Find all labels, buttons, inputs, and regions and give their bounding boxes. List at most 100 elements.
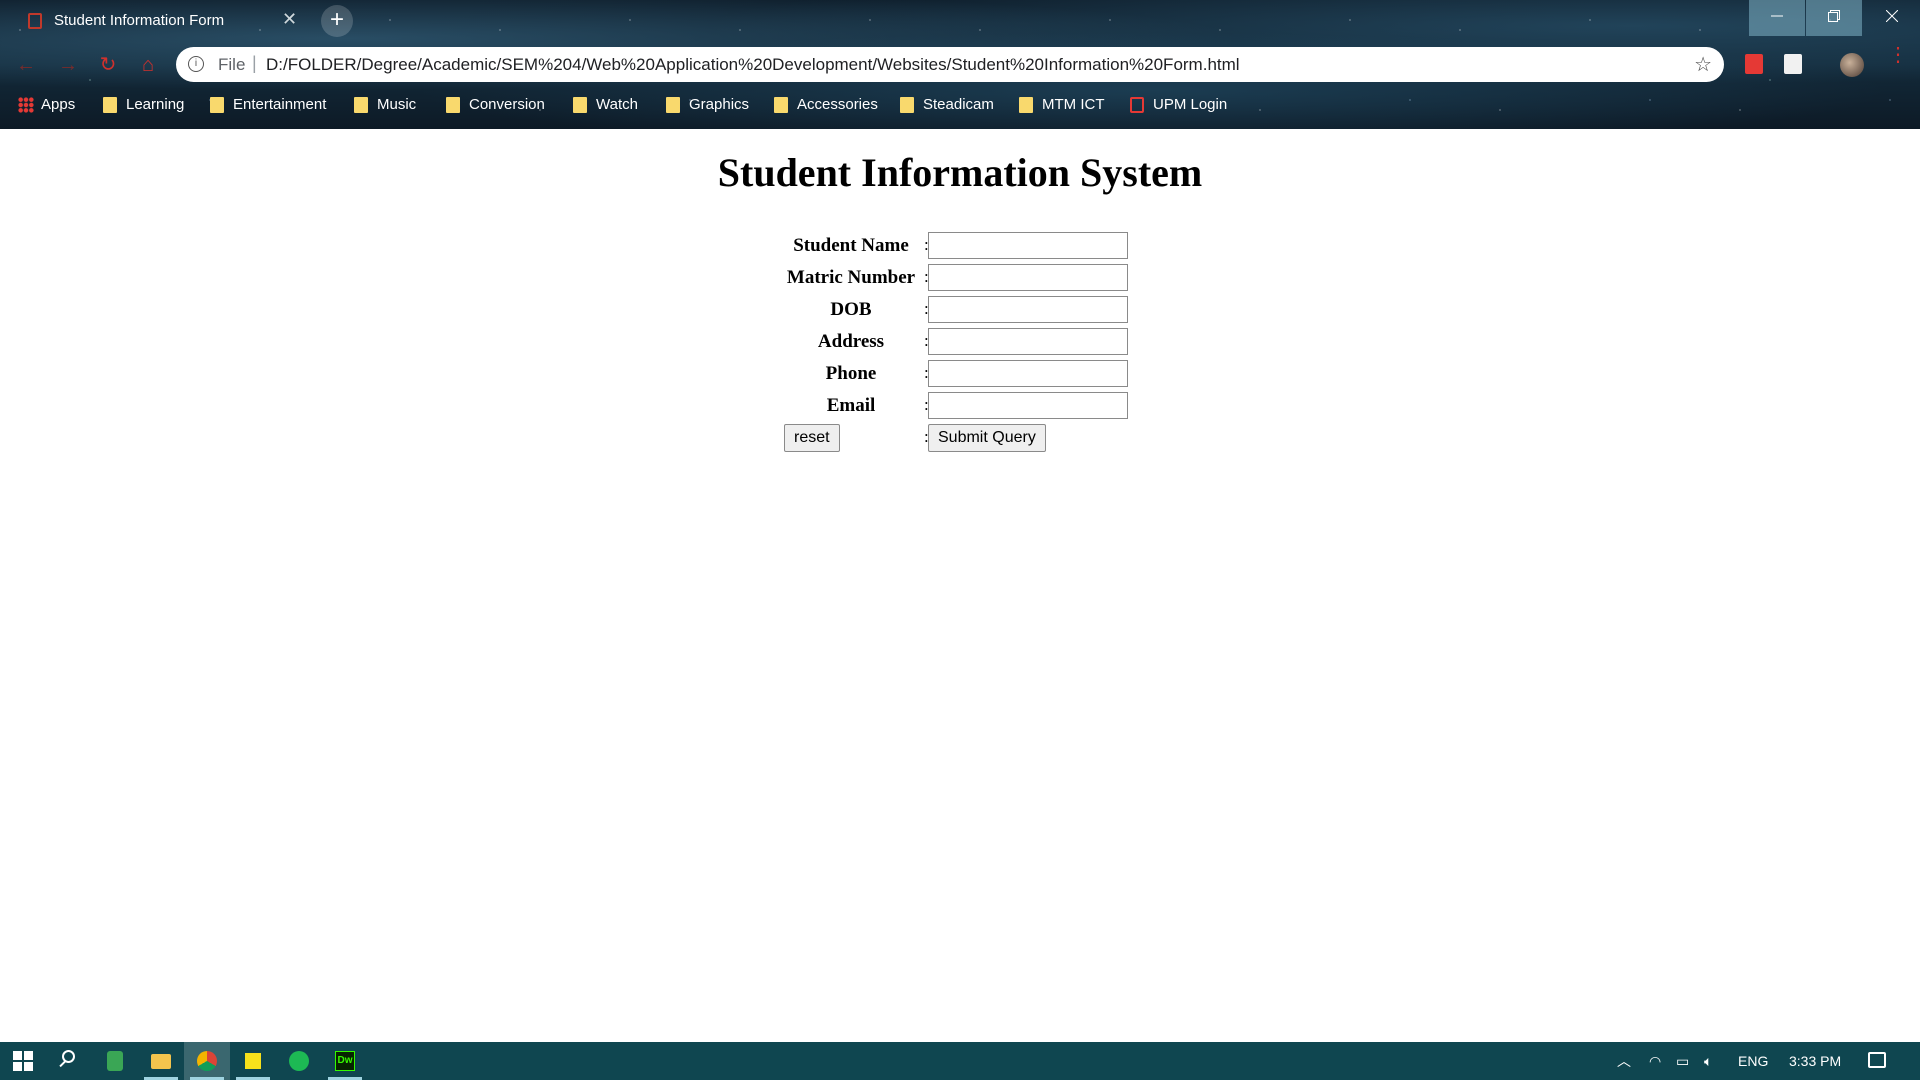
field-label: Address [817,331,885,352]
phone-input[interactable] [928,360,1128,387]
new-tab-button[interactable]: + [321,5,353,37]
minimize-window-button[interactable] [1749,0,1805,36]
show-hidden-icons-button[interactable]: ︿ [1617,1042,1631,1080]
folder-icon [1019,97,1033,114]
bookmark-upm-login[interactable]: UPM Login [1130,92,1227,118]
address-row: Address : [780,328,1130,356]
search-icon [62,1050,75,1063]
reload-button[interactable]: ↻ [96,53,120,77]
bookmark-entertainment[interactable]: Entertainment [210,92,326,118]
folder-icon [103,97,117,114]
bookmark-watch[interactable]: Watch [573,92,638,118]
field-label: Student Name [793,235,909,256]
submit-button[interactable]: Submit Query [928,424,1046,452]
folder-icon [573,97,587,114]
back-button[interactable]: ← [14,53,38,77]
battery-icon[interactable]: ▭ [1676,1042,1689,1080]
folder-icon [354,97,368,114]
search-button[interactable] [46,1042,92,1080]
action-center-icon[interactable] [1868,1052,1886,1068]
taskbar-chrome[interactable] [184,1042,230,1080]
folder-icon [210,97,224,114]
bookmark-label: Graphics [689,96,750,113]
file-explorer-icon [151,1054,171,1069]
language-indicator[interactable]: ENG [1738,1042,1768,1080]
notepad-icon [107,1051,123,1071]
chrome-icon [197,1051,217,1071]
dreamweaver-icon: Dw [335,1051,355,1071]
bookmark-conversion[interactable]: Conversion [446,92,545,118]
bookmark-label: Watch [596,96,638,113]
start-button[interactable] [0,1042,46,1080]
address-separator: | [252,53,257,73]
bookmark-learning[interactable]: Learning [103,92,184,118]
folder-icon [900,97,914,114]
bookmark-label: Learning [126,96,185,113]
apps-grid-icon [18,97,34,114]
matric-number-input[interactable] [928,264,1128,291]
taskbar-sticky-notes[interactable] [230,1042,276,1080]
forward-button[interactable]: → [56,53,80,77]
clock[interactable]: 3:33 PM [1789,1042,1841,1080]
reload-icon: ↻ [99,54,117,76]
profile-avatar[interactable] [1840,53,1864,77]
bookmark-mtm-ict[interactable]: MTM ICT [1019,92,1104,118]
taskbar-dreamweaver[interactable]: Dw [322,1042,368,1080]
folder-icon [446,97,460,114]
close-icon [1885,9,1898,23]
windows-taskbar: Dw ︿ ◠ ▭ 🔈︎ ENG 3:33 PM [0,1042,1920,1080]
chevron-up-icon: ︿ [1617,1053,1631,1069]
bookmarks-bar: Apps Learning Entertainment Music Conver… [0,92,1920,118]
student-name-row: Student Name : [780,232,1130,260]
arrow-right-icon: → [58,54,78,76]
bookmark-star-icon[interactable]: ☆ [1694,52,1712,77]
network-icon[interactable]: ◠ [1649,1042,1661,1080]
close-tab-icon[interactable]: ✕ [282,9,297,30]
bookmark-apps[interactable]: Apps [18,92,75,118]
bookmark-label: MTM ICT [1042,96,1105,113]
restore-icon [1828,10,1840,22]
email-input[interactable] [928,392,1128,419]
dob-input[interactable] [928,296,1128,323]
bookmark-label: Entertainment [233,96,327,113]
home-icon: ⌂ [141,54,155,76]
taskbar-notepad[interactable] [92,1042,138,1080]
tab-title: Student Information Form [54,12,225,29]
bookmark-accessories[interactable]: Accessories [774,92,878,118]
pdf-icon [1130,97,1144,114]
info-icon[interactable]: i [188,56,204,72]
browser-tab[interactable]: Student Information Form ✕ [10,2,310,40]
url-text[interactable]: D:/FOLDER/Degree/Academic/SEM%204/Web%20… [266,55,1240,75]
taskbar-spotify[interactable] [276,1042,322,1080]
address-bar[interactable]: i File | D:/FOLDER/Degree/Academic/SEM%2… [176,47,1724,82]
bookmark-steadicam[interactable]: Steadicam [900,92,994,118]
pdf-extension-icon[interactable] [1745,54,1763,74]
taskbar-file-explorer[interactable] [138,1042,184,1080]
bookmark-label: UPM Login [1153,96,1228,113]
field-label: Phone [825,363,877,384]
minimize-icon [1771,15,1783,17]
document-extension-icon[interactable] [1784,54,1802,74]
address-input[interactable] [928,328,1128,355]
field-label: DOB [830,299,872,320]
field-label: Matric Number [786,267,916,288]
volume-icon[interactable]: 🔈︎ [1704,1042,1712,1080]
more-menu-icon[interactable]: ⋮ [1888,45,1908,65]
restore-window-button[interactable] [1806,0,1862,36]
reset-button[interactable]: reset [784,424,840,452]
dob-row: DOB : [780,296,1130,324]
close-window-button[interactable] [1863,0,1920,36]
browser-chrome: Student Information Form ✕ + ← → ↻ ⌂ i F… [0,0,1920,129]
home-button[interactable]: ⌂ [136,53,160,77]
sticky-notes-icon [245,1053,261,1069]
field-label: Email [826,395,876,416]
buttons-row: reset : Submit Query [780,424,1130,452]
bookmark-label: Apps [41,96,76,113]
student-name-input[interactable] [928,232,1128,259]
bookmark-graphics[interactable]: Graphics [666,92,749,118]
page-content: Student Information System Student Name … [0,129,1920,1042]
spotify-icon [289,1051,309,1071]
arrow-left-icon: ← [16,54,36,76]
bookmark-label: Music [377,96,417,113]
bookmark-music[interactable]: Music [354,92,416,118]
